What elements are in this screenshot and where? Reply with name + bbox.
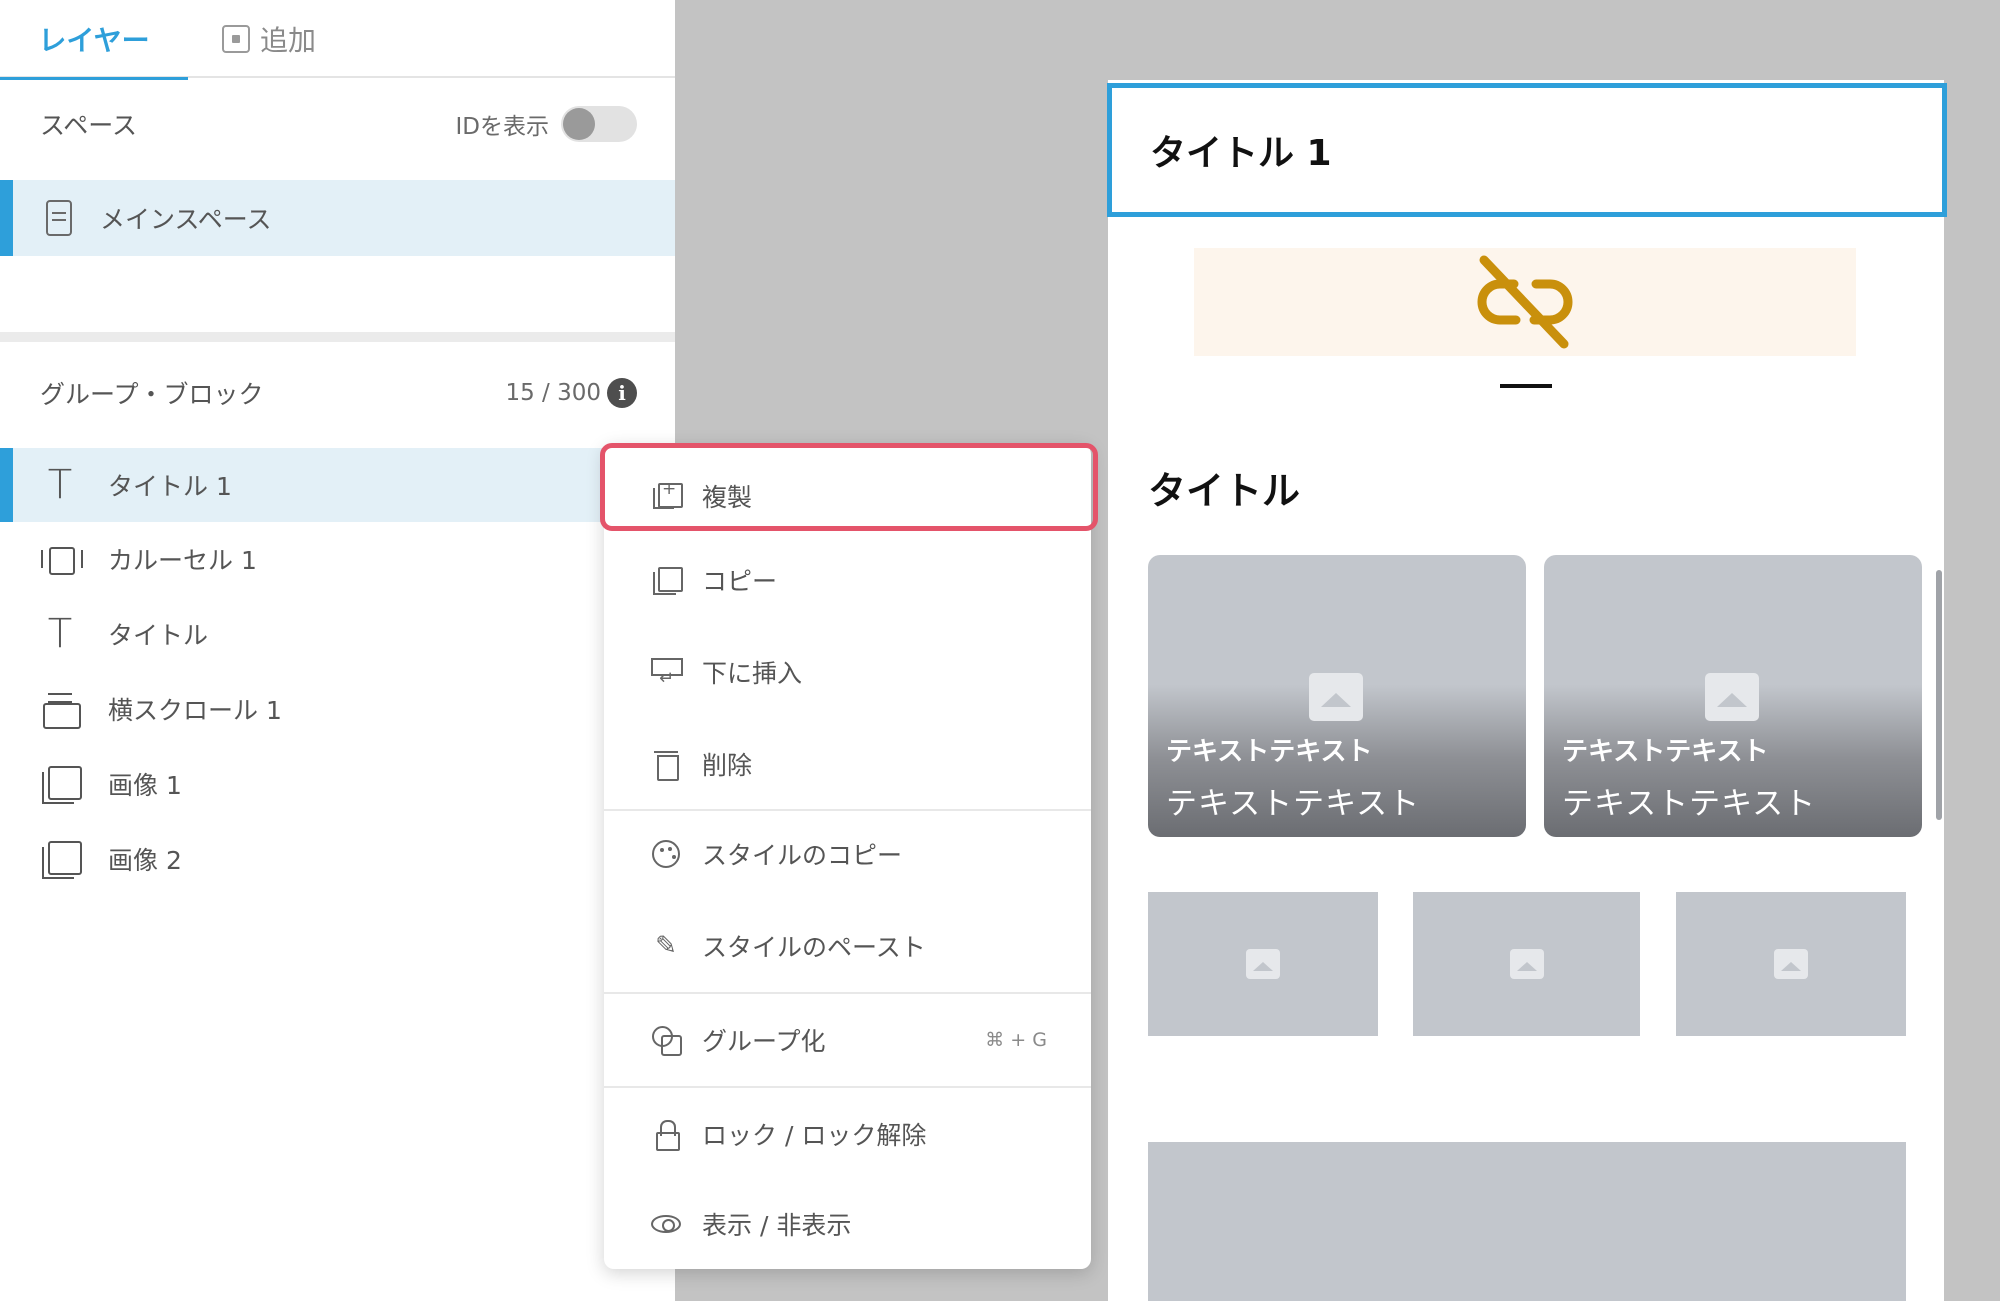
menu-divider bbox=[604, 1086, 1091, 1088]
menu-item-label: スタイルのペースト bbox=[702, 933, 926, 962]
carousel-indicator bbox=[1500, 384, 1552, 388]
menu-item-label: グループ化 bbox=[702, 1027, 826, 1056]
card-text-bold: テキストテキスト bbox=[1562, 737, 1769, 767]
main-space-item[interactable]: メインスペース bbox=[0, 180, 675, 256]
layer-item-carousel-1[interactable]: カルーセル 1 bbox=[0, 522, 675, 596]
menu-item-label: 下に挿入 bbox=[702, 659, 803, 688]
page-icon bbox=[46, 200, 72, 236]
group-section-header: グループ・ブロック 15 / 300 i bbox=[40, 368, 637, 418]
layer-label: タイトル bbox=[108, 621, 209, 650]
broken-link-placeholder bbox=[1194, 248, 1856, 356]
image-block-placeholder[interactable] bbox=[1148, 1142, 1906, 1301]
image-icon bbox=[40, 764, 82, 804]
image-tile[interactable] bbox=[1413, 892, 1640, 1036]
layer-item-image-1[interactable]: 画像 1 bbox=[0, 747, 675, 821]
text-icon: T bbox=[47, 462, 73, 508]
title-block-text: タイトル 1 bbox=[1150, 133, 1332, 174]
menu-item-visibility[interactable]: 表示 / 非表示 bbox=[604, 1188, 1091, 1260]
block-count-value: 15 / 300 bbox=[505, 380, 601, 406]
group-icon bbox=[651, 1025, 682, 1056]
broken-link-icon bbox=[1477, 255, 1573, 349]
add-block-icon bbox=[222, 25, 250, 53]
image-placeholder-icon bbox=[1309, 673, 1363, 721]
space-section-header: スペース IDを表示 bbox=[40, 106, 637, 142]
preview-page: タイトル テキストテキスト テキストテキスト テキストテキスト テキストテキスト bbox=[1108, 80, 1944, 1301]
image-tile[interactable] bbox=[1148, 892, 1378, 1036]
space-heading: スペース bbox=[40, 111, 138, 140]
next-card-edge bbox=[1936, 570, 1942, 820]
main-space-label: メインスペース bbox=[100, 205, 272, 234]
image-placeholder-icon bbox=[1705, 673, 1759, 721]
menu-item-delete[interactable]: 削除 bbox=[604, 728, 1091, 800]
image-tile[interactable] bbox=[1676, 892, 1906, 1036]
menu-item-label: 複製 bbox=[702, 483, 753, 512]
show-id-toggle[interactable] bbox=[561, 106, 637, 142]
tab-layers[interactable]: レイヤー bbox=[0, 0, 188, 80]
layer-item-image-2[interactable]: 画像 2 bbox=[0, 822, 675, 896]
carousel-icon bbox=[40, 539, 83, 579]
layer-label: タイトル 1 bbox=[108, 472, 232, 501]
selected-title-block[interactable]: タイトル 1 bbox=[1107, 83, 1947, 217]
section-divider bbox=[0, 332, 675, 342]
menu-item-paste-style[interactable]: ✎ スタイルのペースト bbox=[604, 910, 1091, 982]
layer-item-title-1[interactable]: T タイトル 1 bbox=[0, 448, 675, 522]
duplicate-icon bbox=[651, 479, 683, 511]
eye-icon bbox=[651, 1209, 681, 1239]
image-icon bbox=[40, 839, 82, 879]
toggle-knob bbox=[563, 108, 595, 140]
menu-item-label: 削除 bbox=[702, 751, 753, 780]
layer-label: 横スクロール 1 bbox=[108, 696, 282, 725]
menu-divider bbox=[604, 992, 1091, 994]
image-placeholder-icon bbox=[1246, 949, 1280, 979]
show-id-label: IDを表示 bbox=[455, 114, 550, 140]
scroll-card[interactable]: テキストテキスト テキストテキスト bbox=[1544, 555, 1922, 837]
layer-label: 画像 2 bbox=[108, 846, 182, 875]
tab-layers-label: レイヤー bbox=[38, 24, 150, 57]
menu-item-label: スタイルのコピー bbox=[702, 841, 903, 870]
menu-item-group[interactable]: グループ化 ⌘ + G bbox=[604, 1004, 1091, 1076]
layer-item-title[interactable]: T タイトル bbox=[0, 597, 675, 671]
menu-item-duplicate[interactable]: 複製 bbox=[604, 460, 1091, 532]
card-text: テキストテキスト bbox=[1562, 786, 1817, 822]
tab-add-label: 追加 bbox=[260, 24, 317, 57]
image-placeholder-icon bbox=[1509, 949, 1544, 979]
menu-item-lock[interactable]: ロック / ロック解除 bbox=[604, 1098, 1091, 1170]
insert-below-icon bbox=[651, 657, 683, 689]
menu-item-label: 表示 / 非表示 bbox=[702, 1211, 852, 1240]
menu-divider bbox=[604, 809, 1091, 811]
block-count: 15 / 300 i bbox=[505, 378, 637, 408]
copy-icon bbox=[651, 565, 683, 595]
group-heading: グループ・ブロック bbox=[40, 380, 264, 409]
text-icon: T bbox=[47, 611, 73, 657]
card-text-bold: テキストテキスト bbox=[1166, 737, 1373, 767]
lock-icon bbox=[651, 1119, 681, 1151]
layer-item-horizontal-scroll-1[interactable]: 横スクロール 1 bbox=[0, 672, 675, 746]
context-menu: 複製 コピー 下に挿入 削除 スタイルのコピー ✎ スタイルのペースト グループ… bbox=[604, 444, 1091, 1269]
menu-item-copy[interactable]: コピー bbox=[604, 544, 1091, 616]
menu-item-copy-style[interactable]: スタイルのコピー bbox=[604, 818, 1091, 890]
scroll-card[interactable]: テキストテキスト テキストテキスト bbox=[1148, 555, 1526, 837]
menu-item-insert-below[interactable]: 下に挿入 bbox=[604, 636, 1091, 708]
shortcut-hint: ⌘ + G bbox=[985, 1029, 1047, 1051]
layers-panel: レイヤー 追加 スペース IDを表示 メインスペース グループ・ブロック 15 … bbox=[0, 0, 675, 1301]
layer-label: カルーセル 1 bbox=[108, 546, 257, 575]
menu-item-label: コピー bbox=[702, 567, 778, 596]
menu-item-label: ロック / ロック解除 bbox=[702, 1121, 927, 1150]
section-title: タイトル bbox=[1148, 469, 1301, 513]
image-placeholder-icon bbox=[1774, 949, 1808, 979]
panel-tabs: レイヤー 追加 bbox=[0, 0, 675, 80]
card-text: テキストテキスト bbox=[1166, 786, 1421, 822]
info-icon[interactable]: i bbox=[607, 378, 637, 408]
brush-icon: ✎ bbox=[655, 931, 677, 961]
show-id-control: IDを表示 bbox=[455, 106, 637, 142]
palette-icon bbox=[651, 839, 681, 869]
trash-icon bbox=[651, 749, 681, 781]
tab-add[interactable]: 追加 bbox=[222, 0, 316, 78]
horizontal-scroll-icon bbox=[40, 689, 81, 729]
layer-label: 画像 1 bbox=[108, 771, 182, 800]
